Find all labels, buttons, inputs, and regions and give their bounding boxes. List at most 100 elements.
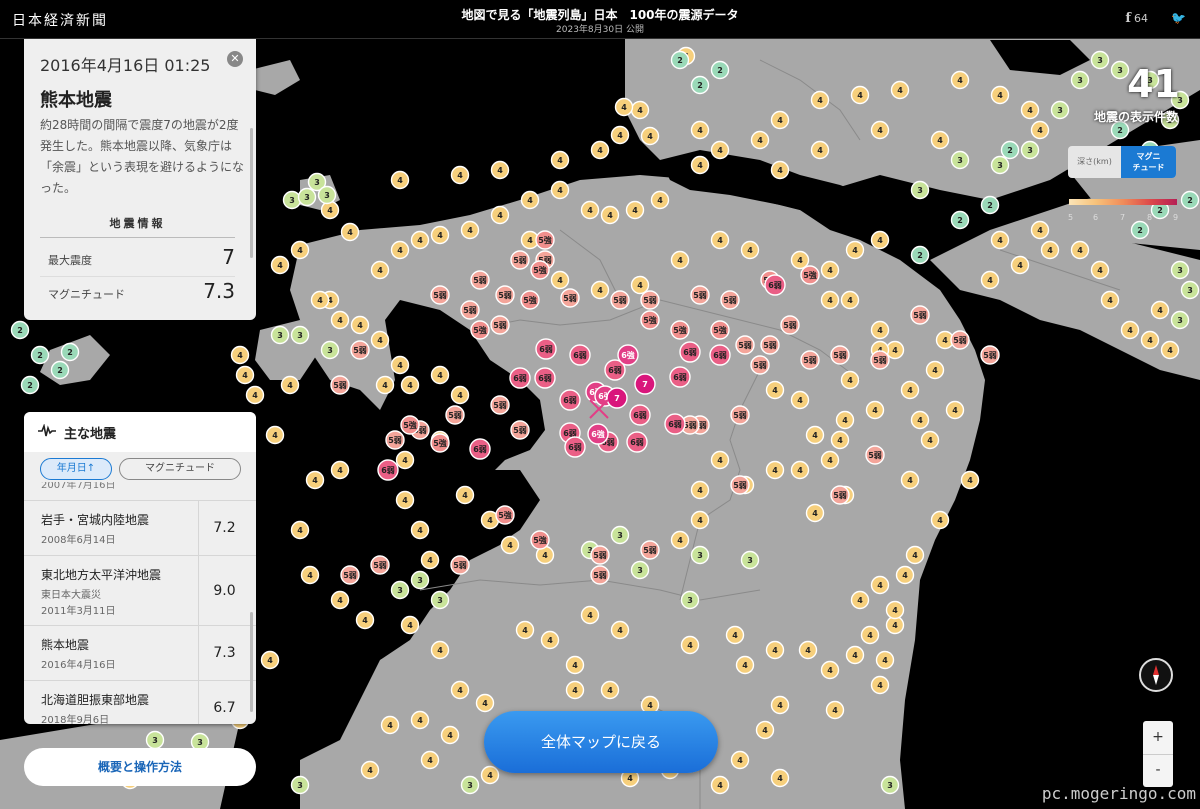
earthquake-marker[interactable]: 4 xyxy=(875,650,895,670)
earthquake-marker[interactable]: 3 xyxy=(740,550,760,570)
zoom-in-button[interactable]: + xyxy=(1143,721,1173,755)
earthquake-marker[interactable]: 2 xyxy=(50,360,70,380)
earthquake-marker[interactable]: 4 xyxy=(680,635,700,655)
earthquake-marker[interactable]: 4 xyxy=(765,460,785,480)
earthquake-marker[interactable]: 7 xyxy=(606,387,628,409)
earthquake-marker[interactable]: 3 xyxy=(390,580,410,600)
earthquake-marker[interactable]: 4 xyxy=(870,230,890,250)
earthquake-marker[interactable]: 4 xyxy=(770,695,790,715)
earthquake-marker[interactable]: 4 xyxy=(320,200,340,220)
earthquake-marker[interactable]: 4 xyxy=(850,590,870,610)
earthquake-marker[interactable]: 4 xyxy=(590,280,610,300)
earthquake-marker[interactable]: 4 xyxy=(900,470,920,490)
earthquake-marker[interactable]: 4 xyxy=(670,250,690,270)
earthquake-marker[interactable]: 4 xyxy=(550,270,570,290)
earthquake-marker[interactable]: 3 xyxy=(430,590,450,610)
list-item[interactable]: 北海道胆振東部地震 2018年9月6日 6.7 xyxy=(24,680,256,724)
earthquake-marker[interactable]: 4 xyxy=(870,120,890,140)
earthquake-marker[interactable]: 4 xyxy=(360,760,380,780)
earthquake-marker[interactable]: 3 xyxy=(1170,260,1190,280)
earthquake-marker[interactable]: 4 xyxy=(1150,300,1170,320)
earthquake-marker[interactable]: 5弱 xyxy=(385,430,405,450)
earthquake-marker[interactable]: 5強 xyxy=(430,433,450,453)
earthquake-marker[interactable]: 4 xyxy=(630,100,650,120)
earthquake-marker[interactable]: 4 xyxy=(670,530,690,550)
earthquake-marker[interactable]: 4 xyxy=(845,645,865,665)
earthquake-marker[interactable]: 4 xyxy=(430,225,450,245)
earthquake-marker[interactable]: 4 xyxy=(910,410,930,430)
earthquake-marker[interactable]: 4 xyxy=(550,150,570,170)
earthquake-marker[interactable]: 4 xyxy=(310,290,330,310)
earthquake-marker[interactable]: 3 xyxy=(282,190,302,210)
earthquake-marker[interactable]: 4 xyxy=(710,140,730,160)
earthquake-marker[interactable]: 3 xyxy=(460,775,480,795)
earthquake-marker[interactable]: 3 xyxy=(1180,280,1200,300)
earthquake-marker[interactable]: 5弱 xyxy=(590,545,610,565)
earthquake-marker[interactable]: 4 xyxy=(400,375,420,395)
earthquake-marker[interactable]: 5弱 xyxy=(735,335,755,355)
close-icon[interactable]: ✕ xyxy=(227,51,243,67)
earthquake-marker[interactable]: 4 xyxy=(380,715,400,735)
earthquake-marker[interactable]: 4 xyxy=(820,660,840,680)
earthquake-marker[interactable]: 4 xyxy=(330,590,350,610)
earthquake-marker[interactable]: 4 xyxy=(440,725,460,745)
earthquake-marker[interactable]: 5弱 xyxy=(780,315,800,335)
earthquake-marker[interactable]: 2 xyxy=(1130,220,1150,240)
earthquake-marker[interactable]: 2 xyxy=(910,245,930,265)
earthquake-marker[interactable]: 4 xyxy=(960,470,980,490)
earthquake-marker[interactable]: 4 xyxy=(1030,120,1050,140)
earthquake-marker[interactable]: 5弱 xyxy=(490,315,510,335)
earthquake-marker[interactable]: 4 xyxy=(930,130,950,150)
earthquake-marker[interactable]: 5弱 xyxy=(800,350,820,370)
back-to-overview-button[interactable]: 全体マップに戻る xyxy=(484,711,718,773)
earthquake-marker[interactable]: 4 xyxy=(280,375,300,395)
earthquake-marker[interactable]: 5弱 xyxy=(510,420,530,440)
earthquake-marker[interactable]: 6弱 xyxy=(534,367,556,389)
earthquake-marker[interactable]: 5強 xyxy=(710,320,730,340)
earthquake-marker[interactable]: 4 xyxy=(865,400,885,420)
earthquake-marker[interactable]: 5弱 xyxy=(445,405,465,425)
earthquake-marker[interactable]: 4 xyxy=(590,140,610,160)
earthquake-marker[interactable]: 7 xyxy=(634,373,656,395)
earthquake-marker[interactable]: 3 xyxy=(1050,100,1070,120)
earthquake-marker[interactable]: 6弱 xyxy=(469,438,491,460)
earthquake-marker[interactable]: 4 xyxy=(770,768,790,788)
earthquake-marker[interactable]: 4 xyxy=(845,240,865,260)
earthquake-marker[interactable]: 6弱 xyxy=(377,459,399,481)
earthquake-marker[interactable]: 4 xyxy=(690,120,710,140)
facebook-share[interactable]: f 64 xyxy=(1125,11,1148,26)
earthquake-marker[interactable]: 5弱 xyxy=(340,565,360,585)
earthquake-marker[interactable]: 5強 xyxy=(530,530,550,550)
earthquake-marker[interactable]: 3 xyxy=(320,340,340,360)
earthquake-marker[interactable]: 5弱 xyxy=(610,290,630,310)
earthquake-marker[interactable]: 3 xyxy=(410,570,430,590)
zoom-out-button[interactable]: - xyxy=(1143,754,1173,787)
earthquake-marker[interactable]: 4 xyxy=(1100,290,1120,310)
earthquake-marker[interactable]: 6弱 xyxy=(626,431,648,453)
compass-icon[interactable] xyxy=(1139,658,1173,692)
earthquake-marker[interactable]: 4 xyxy=(735,655,755,675)
earthquake-marker[interactable]: 4 xyxy=(925,360,945,380)
earthquake-marker[interactable]: 4 xyxy=(825,700,845,720)
sort-by-date-button[interactable]: 年月日↑ xyxy=(40,458,112,480)
earthquake-marker[interactable]: 5弱 xyxy=(330,375,350,395)
earthquake-marker[interactable]: 3 xyxy=(950,150,970,170)
earthquake-marker[interactable]: 5弱 xyxy=(830,485,850,505)
earthquake-marker[interactable]: 5弱 xyxy=(760,335,780,355)
earthquake-marker[interactable]: 4 xyxy=(580,605,600,625)
earthquake-marker[interactable]: 5弱 xyxy=(950,330,970,350)
earthquake-marker[interactable]: 4 xyxy=(740,240,760,260)
earthquake-marker[interactable]: 4 xyxy=(1120,320,1140,340)
earthquake-marker[interactable]: 2 xyxy=(1000,140,1020,160)
earthquake-marker[interactable]: 4 xyxy=(870,675,890,695)
earthquake-marker[interactable]: 3 xyxy=(1110,60,1130,80)
earthquake-marker[interactable]: 4 xyxy=(990,230,1010,250)
earthquake-marker[interactable]: 6弱 xyxy=(679,341,701,363)
earthquake-marker[interactable]: 6強 xyxy=(617,344,639,366)
earthquake-marker[interactable]: 4 xyxy=(920,430,940,450)
earthquake-marker[interactable]: 2 xyxy=(60,342,80,362)
earthquake-marker[interactable]: 4 xyxy=(840,290,860,310)
earthquake-marker[interactable]: 4 xyxy=(375,375,395,395)
earthquake-marker[interactable]: 5弱 xyxy=(560,288,580,308)
earthquake-marker[interactable]: 2 xyxy=(980,195,1000,215)
